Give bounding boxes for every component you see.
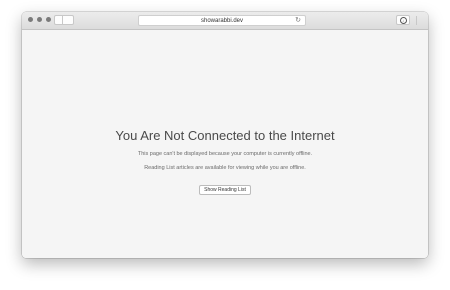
minimize-window-button[interactable] xyxy=(37,17,42,22)
zoom-window-button[interactable] xyxy=(46,17,51,22)
browser-toolbar: showarabbi.dev ↻ ↓ xyxy=(22,12,428,30)
window-controls xyxy=(28,17,51,22)
browser-window: showarabbi.dev ↻ ↓ You Are Not Connected… xyxy=(22,12,428,258)
address-text: showarabbi.dev xyxy=(200,18,244,24)
show-reading-list-button[interactable]: Show Reading List xyxy=(199,185,251,195)
close-window-button[interactable] xyxy=(28,17,33,22)
reload-icon[interactable]: ↻ xyxy=(295,16,301,25)
sidebar-toggle-button[interactable] xyxy=(54,15,74,25)
button-container: Show Reading List xyxy=(22,178,428,196)
offline-message: This page can't be displayed because you… xyxy=(137,151,313,157)
tab-overview-area xyxy=(416,16,427,25)
reading-list-message: Reading List articles are available for … xyxy=(144,165,306,171)
download-icon: ↓ xyxy=(399,16,407,24)
page-title: You Are Not Connected to the Internet xyxy=(115,128,335,143)
page-content: You Are Not Connected to the Internet Th… xyxy=(22,30,428,258)
downloads-button[interactable]: ↓ xyxy=(396,15,410,25)
address-bar[interactable]: showarabbi.dev ↻ xyxy=(138,15,306,26)
